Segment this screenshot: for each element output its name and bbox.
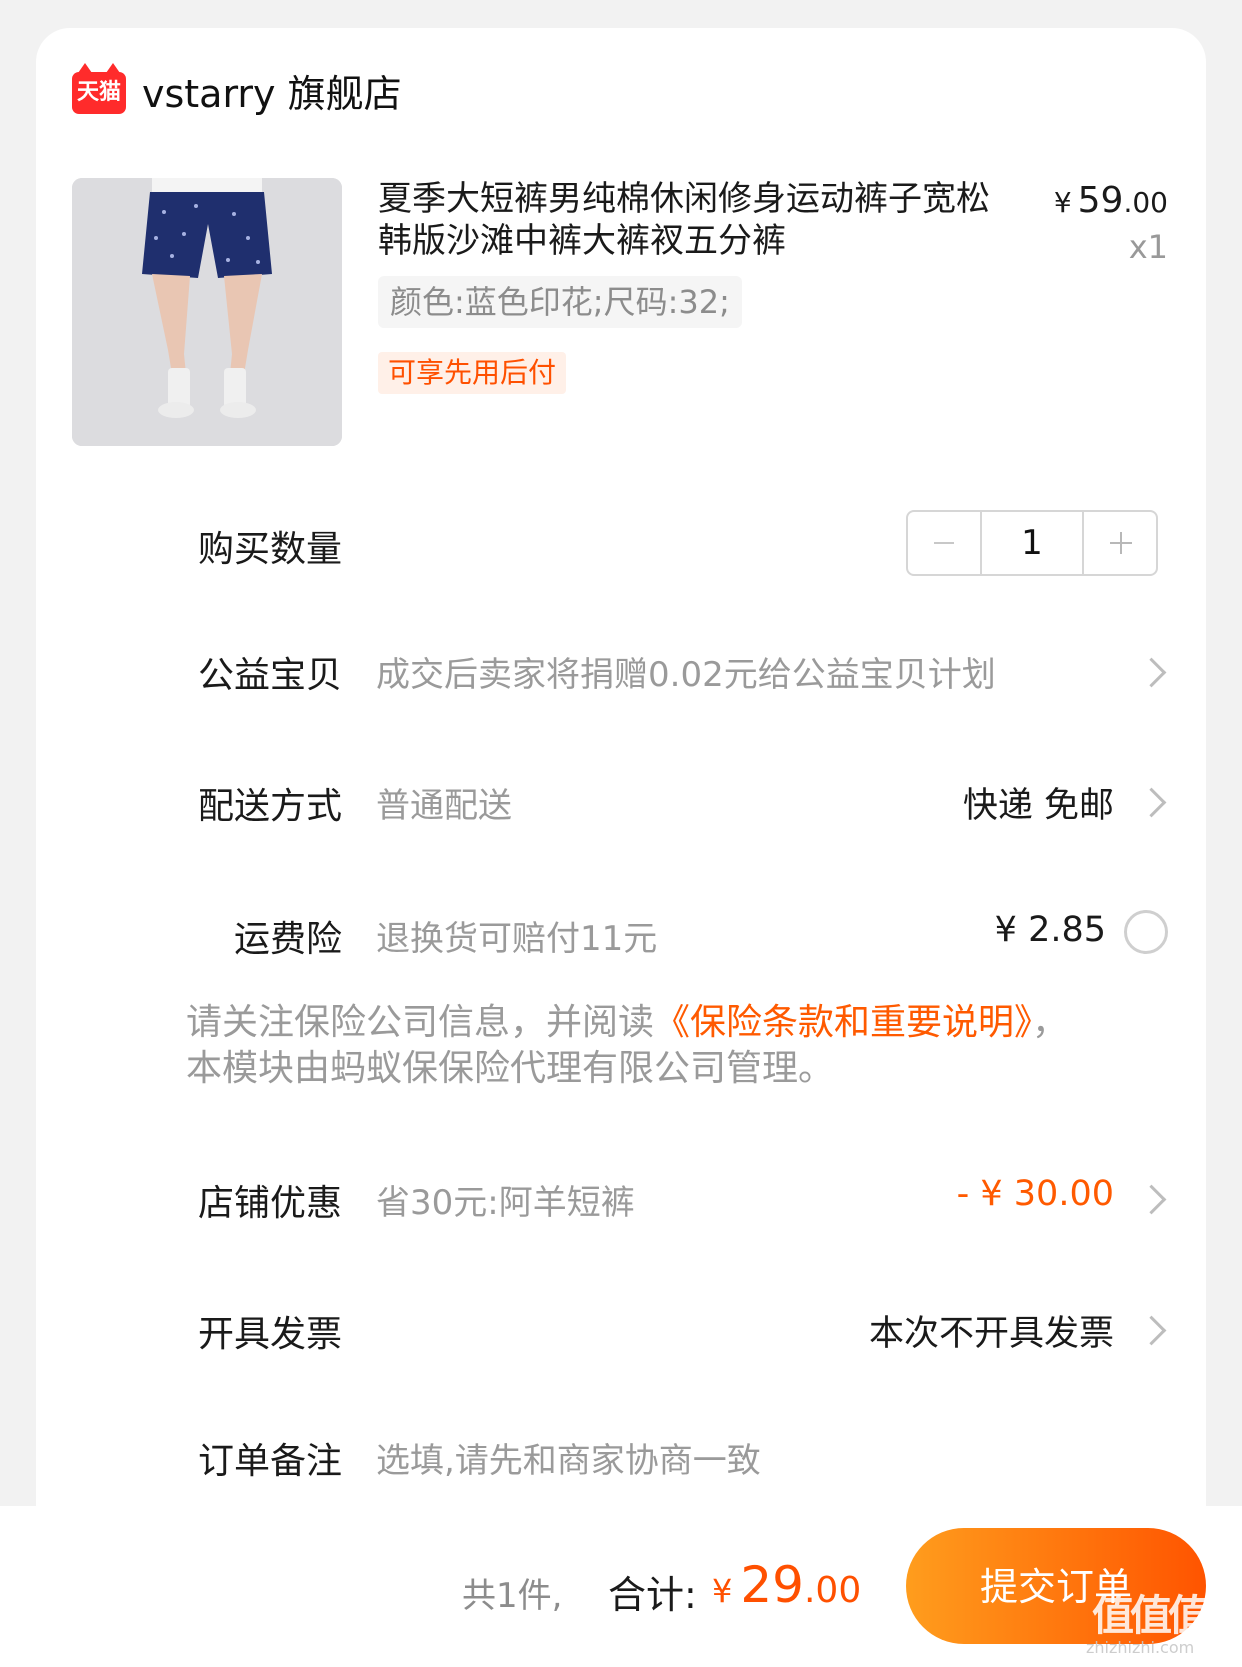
- watermark-url: zhizhizhi.com: [1086, 1638, 1195, 1657]
- item-count: 共1件,: [462, 1576, 563, 1616]
- shipping-insurance-radio[interactable]: [1124, 910, 1168, 954]
- price-symbol: ¥: [1053, 186, 1072, 219]
- total-integer: 29: [740, 1556, 804, 1614]
- watermark-logo: 值值值: [1092, 1591, 1210, 1640]
- shop-discount-amount[interactable]: - ¥ 30.00: [957, 1174, 1114, 1214]
- product-price: ¥59.00: [1054, 180, 1168, 221]
- quantity-value[interactable]: 1: [980, 512, 1084, 574]
- quantity-stepper: 1: [906, 510, 1158, 576]
- shipping-insurance-description: 退换货可赔付11元: [376, 919, 658, 959]
- tmall-logo: 天猫: [72, 63, 126, 114]
- invoice-value[interactable]: 本次不开具发票: [869, 1305, 1114, 1356]
- tmall-logo-text: 天猫: [76, 80, 121, 105]
- total-amount: ¥29.00: [712, 1556, 861, 1614]
- notice-prefix: 请关注保险公司信息，并阅读: [186, 1002, 655, 1043]
- price-integer: 59: [1077, 180, 1124, 221]
- product-quantity-label: x1: [1128, 228, 1168, 266]
- shipping-insurance-label: 运费险: [233, 919, 342, 960]
- total-label: 合计:: [608, 1573, 697, 1617]
- total-decimal: .00: [803, 1570, 862, 1611]
- insurance-notice: 请关注保险公司信息，并阅读《保险条款和重要说明》，本模块由蚂蚁保保险代理有限公司…: [186, 1000, 1086, 1092]
- increase-quantity-button[interactable]: [1084, 512, 1156, 574]
- insurance-terms-link[interactable]: 《保险条款和重要说明》: [654, 1002, 1032, 1043]
- product-image[interactable]: [72, 178, 342, 446]
- decrease-quantity-button[interactable]: [908, 512, 980, 574]
- delivery-label: 配送方式: [197, 786, 342, 827]
- shorts-model-illustration: [72, 178, 342, 446]
- shop-name[interactable]: vstarry 旗舰店: [142, 70, 402, 118]
- invoice-label: 开具发票: [197, 1314, 342, 1355]
- charity-description[interactable]: 成交后卖家将捐赠0.02元给公益宝贝计划: [376, 647, 996, 696]
- charity-label: 公益宝贝: [197, 655, 342, 696]
- delivery-option-value[interactable]: 快递 免邮: [963, 777, 1114, 828]
- sku-selector[interactable]: 颜色:蓝色印花;尺码:32;: [378, 276, 742, 328]
- order-remark-label: 订单备注: [197, 1441, 342, 1482]
- shop-discount-label: 店铺优惠: [197, 1183, 342, 1224]
- order-remark-input[interactable]: 选填,请先和商家协商一致: [376, 1433, 761, 1482]
- pay-later-badge: 可享先用后付: [378, 352, 567, 394]
- delivery-method: 普通配送: [376, 786, 512, 826]
- price-decimal: .00: [1123, 186, 1168, 219]
- shipping-insurance-price: ¥ 2.85: [994, 910, 1106, 950]
- product-title[interactable]: 夏季大短裤男纯棉休闲修身运动裤子宽松韩版沙滩中裤大裤衩五分裤: [378, 178, 1008, 262]
- total-symbol: ¥: [712, 1572, 733, 1610]
- shop-discount-description: 省30元:阿羊短裤: [376, 1183, 635, 1223]
- quantity-label: 购买数量: [197, 529, 342, 570]
